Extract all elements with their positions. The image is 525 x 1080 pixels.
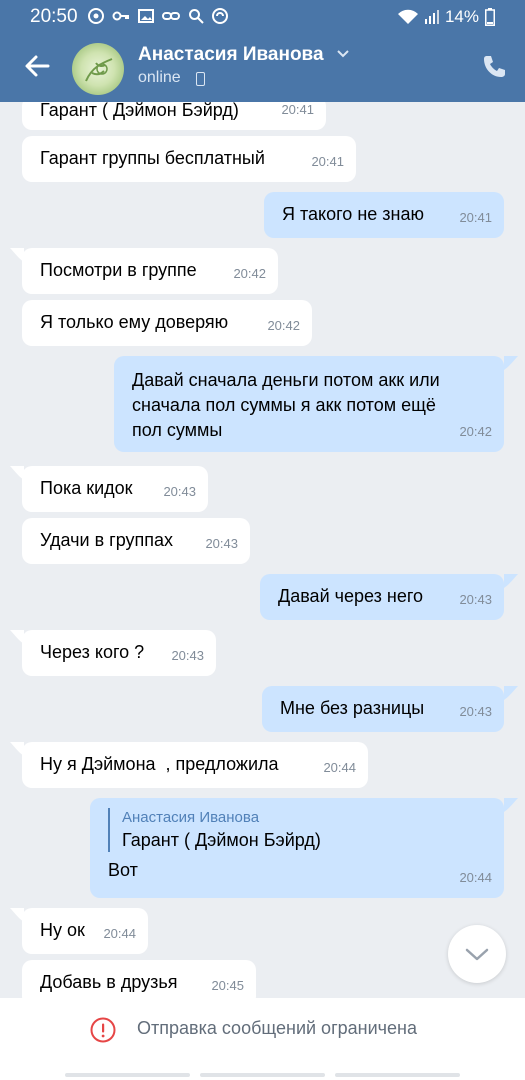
quote-text: Гарант ( Дэймон Бэйрд) bbox=[122, 830, 321, 850]
message-text: Ну я Дэймона , предложила bbox=[40, 754, 279, 774]
message-time: 20:43 bbox=[163, 484, 196, 499]
key-icon bbox=[112, 11, 129, 21]
message-time: 20:43 bbox=[459, 592, 492, 607]
message-incoming[interactable]: Я только ему доверяю 20:42 bbox=[22, 300, 312, 346]
app-icon bbox=[212, 8, 228, 24]
message-incoming[interactable]: Ну ок 20:44 bbox=[22, 908, 148, 954]
message-time: 20:42 bbox=[267, 318, 300, 333]
message-text-line: Давай сначала деньги потом акк или bbox=[132, 370, 440, 390]
status-time: 20:50 bbox=[30, 6, 78, 27]
message-outgoing[interactable]: Давай сначала деньги потом акк или снача… bbox=[114, 356, 504, 452]
message-text: Пока кидок bbox=[40, 478, 133, 498]
phone-call-icon[interactable] bbox=[481, 54, 507, 80]
message-text: Ну ок bbox=[40, 920, 85, 940]
message-time: 20:41 bbox=[459, 210, 492, 225]
chrome-icon bbox=[88, 8, 104, 24]
message-incoming[interactable]: Посмотри в группе 20:42 bbox=[22, 248, 278, 294]
compose-restricted-bar: Отправка сообщений ограничена bbox=[0, 998, 525, 1080]
message-text: Гарант группы бесплатный bbox=[40, 148, 265, 168]
message-text: Посмотри в группе bbox=[40, 260, 197, 280]
message-time: 20:43 bbox=[459, 704, 492, 719]
message-text: Мне без разницы bbox=[280, 698, 425, 718]
bubble-tail bbox=[504, 356, 518, 370]
restriction-message: Отправка сообщений ограничена bbox=[137, 1018, 417, 1038]
message-text: Добавь в друзья bbox=[40, 972, 178, 992]
message-text: Давай через него bbox=[278, 586, 424, 606]
link-icon bbox=[162, 12, 180, 20]
message-outgoing[interactable]: Давай через него 20:43 bbox=[260, 574, 504, 620]
chat-header: Анастасия Иванова online bbox=[0, 34, 525, 102]
message-incoming[interactable]: Удачи в группах 20:43 bbox=[22, 518, 250, 564]
reply-quote[interactable]: Анастасия Иванова Гарант ( Дэймон Бэйрд) bbox=[108, 808, 486, 852]
message-time: 20:41 bbox=[281, 102, 314, 117]
avatar[interactable] bbox=[72, 43, 124, 95]
wifi-icon bbox=[397, 9, 418, 24]
message-time: 20:43 bbox=[205, 536, 238, 551]
message-text: Удачи в группах bbox=[40, 530, 174, 550]
warning-icon bbox=[90, 1017, 116, 1043]
message-time: 20:43 bbox=[171, 648, 204, 663]
contact-status: online bbox=[138, 69, 181, 86]
message-incoming[interactable]: Гарант группы бесплатный 20:41 bbox=[22, 136, 356, 182]
status-notification-icons bbox=[88, 8, 228, 24]
message-time: 20:44 bbox=[103, 926, 136, 941]
message-incoming[interactable]: Ну я Дэймона , предложила 20:44 bbox=[22, 742, 368, 788]
message-text-line: сначала пол суммы я акк потом ещё bbox=[132, 395, 436, 415]
bubble-tail bbox=[504, 798, 518, 812]
message-text: Гарант ( Дэймон Бэйрд) bbox=[40, 102, 239, 120]
image-icon bbox=[138, 9, 154, 23]
message-incoming[interactable]: Пока кидок 20:43 bbox=[22, 466, 208, 512]
message-outgoing-reply[interactable]: Анастасия Иванова Гарант ( Дэймон Бэйрд)… bbox=[90, 798, 504, 898]
back-arrow-icon[interactable] bbox=[22, 51, 52, 81]
contact-name[interactable]: Анастасия Иванова bbox=[138, 44, 324, 66]
message-text: Через кого ? bbox=[40, 642, 145, 662]
status-bar: 20:50 14% bbox=[0, 0, 525, 34]
message-text: Я только ему доверяю bbox=[40, 312, 229, 332]
message-list: Гарант ( Дэймон Бэйрд) 20:41 Гарант груп… bbox=[0, 102, 525, 998]
message-time: 20:45 bbox=[211, 978, 244, 993]
message-incoming[interactable]: Гарант ( Дэймон Бэйрд) 20:41 bbox=[22, 102, 326, 130]
quote-author: Анастасия Иванова bbox=[122, 809, 260, 826]
bubble-tail bbox=[504, 686, 518, 700]
message-incoming[interactable]: Добавь в друзья 20:45 bbox=[22, 960, 256, 998]
message-text: Вот bbox=[108, 860, 138, 880]
scroll-down-button[interactable] bbox=[448, 925, 506, 983]
message-time: 20:41 bbox=[311, 154, 344, 169]
bubble-tail bbox=[504, 574, 518, 588]
battery-percent: 14% bbox=[444, 7, 479, 26]
chevron-down-icon[interactable] bbox=[336, 47, 350, 61]
message-time: 20:42 bbox=[233, 266, 266, 281]
message-outgoing[interactable]: Мне без разницы 20:43 bbox=[262, 686, 504, 732]
message-text: Я такого не знаю bbox=[282, 204, 424, 224]
battery-icon bbox=[485, 8, 495, 26]
status-right: 14% bbox=[397, 7, 495, 27]
message-outgoing[interactable]: Я такого не знаю 20:41 bbox=[264, 192, 504, 238]
message-text-line: пол суммы bbox=[132, 420, 223, 440]
message-incoming[interactable]: Через кого ? 20:43 bbox=[22, 630, 216, 676]
message-time: 20:44 bbox=[459, 870, 492, 885]
signal-icon bbox=[424, 10, 439, 24]
search-icon bbox=[189, 9, 204, 24]
message-time: 20:44 bbox=[323, 760, 356, 775]
chevron-down-icon bbox=[465, 948, 489, 961]
message-time: 20:42 bbox=[459, 424, 492, 439]
gesture-bar bbox=[65, 1073, 460, 1077]
mobile-icon bbox=[196, 72, 205, 86]
